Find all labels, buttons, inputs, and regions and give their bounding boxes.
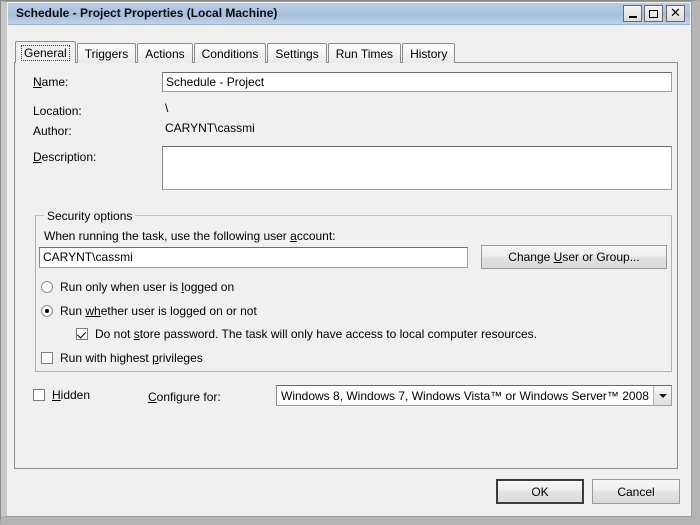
checkbox-indicator-highest-privileges <box>41 352 53 364</box>
radio-label-whether: Run whether user is logged on or not <box>60 304 257 318</box>
account-label: When running the task, use the following… <box>44 229 336 243</box>
checkbox-do-not-store-password[interactable]: Do not store password. The task will onl… <box>76 327 537 341</box>
change-user-or-group-label: Change User or Group... <box>508 250 640 264</box>
checkbox-indicator-do-not-store-password <box>76 328 88 340</box>
chevron-down-glyph <box>658 393 667 398</box>
tab-label: History <box>410 46 448 61</box>
radio-indicator-whether <box>41 305 53 317</box>
ok-button[interactable]: OK <box>496 479 584 504</box>
minimize-icon <box>628 16 637 18</box>
tab-strip: General Triggers Actions Conditions Settings… <box>15 41 456 63</box>
checkbox-label-highest-privileges: Run with highest privileges <box>60 351 203 365</box>
radio-label-logged-on: Run only when user is logged on <box>60 280 235 294</box>
checkbox-hidden[interactable]: Hidden <box>33 388 90 402</box>
configure-for-label: Configure for: <box>148 390 221 404</box>
ok-button-label: OK <box>531 484 549 499</box>
close-button[interactable]: ✕ <box>666 5 685 22</box>
cancel-button-label: Cancel <box>617 484 655 499</box>
properties-dialog-window: Schedule - Project Properties (Local Mac… <box>0 0 700 525</box>
minimize-button[interactable] <box>623 5 642 22</box>
tab-run-times[interactable]: Run Times <box>327 43 402 63</box>
tab-label: Actions <box>145 46 185 61</box>
checkbox-label-do-not-store-password: Do not store password. The task will onl… <box>95 327 537 341</box>
tab-settings[interactable]: Settings <box>267 43 327 63</box>
tab-label: General <box>21 44 70 61</box>
tab-history[interactable]: History <box>402 43 456 63</box>
location-label: Location: <box>33 104 82 118</box>
close-icon: ✕ <box>670 6 681 21</box>
configure-for-dropdown[interactable]: Windows 8, Windows 7, Windows Vista™ or … <box>276 385 672 406</box>
tab-label: Settings <box>275 46 319 61</box>
radio-run-only-when-logged-on[interactable]: Run only when user is logged on <box>41 280 234 294</box>
name-input[interactable]: Schedule - Project <box>162 72 672 92</box>
checkbox-label-hidden: Hidden <box>52 388 91 402</box>
maximize-icon <box>649 9 658 18</box>
radio-indicator-logged-on <box>41 281 53 293</box>
description-label: Description: <box>33 150 97 164</box>
tab-actions[interactable]: Actions <box>137 43 193 63</box>
tab-label: Run Times <box>335 46 394 61</box>
cancel-button[interactable]: Cancel <box>592 479 680 504</box>
configure-for-selected-value: Windows 8, Windows 7, Windows Vista™ or … <box>281 388 649 403</box>
radio-run-whether-logged-on-or-not[interactable]: Run whether user is logged on or not <box>41 304 257 318</box>
tab-conditions[interactable]: Conditions <box>193 43 267 63</box>
tab-label: Conditions <box>201 46 259 61</box>
location-value: \ <box>165 101 169 115</box>
window-title: Schedule - Project Properties (Local Mac… <box>16 6 278 20</box>
tab-label: Triggers <box>84 46 129 61</box>
tab-triggers[interactable]: Triggers <box>76 43 137 63</box>
tab-content-panel: Name: Schedule - Project Location: \ Aut… <box>14 62 678 469</box>
change-user-or-group-button[interactable]: Change User or Group... <box>481 245 667 269</box>
name-label: Name: <box>33 75 69 89</box>
author-value: CARYNT\cassmi <box>165 121 255 135</box>
checkbox-run-with-highest-privileges[interactable]: Run with highest privileges <box>41 351 203 365</box>
author-label: Author: <box>33 124 72 138</box>
checkbox-indicator-hidden <box>33 389 45 401</box>
user-account-input[interactable]: CARYNT\cassmi <box>39 247 468 268</box>
tab-general[interactable]: General <box>15 41 76 63</box>
title-bar[interactable]: Schedule - Project Properties (Local Mac… <box>8 3 690 25</box>
description-textarea[interactable] <box>162 146 672 190</box>
chevron-down-icon[interactable] <box>653 386 671 405</box>
maximize-button[interactable] <box>644 5 663 22</box>
security-options-title: Security options <box>44 209 136 223</box>
